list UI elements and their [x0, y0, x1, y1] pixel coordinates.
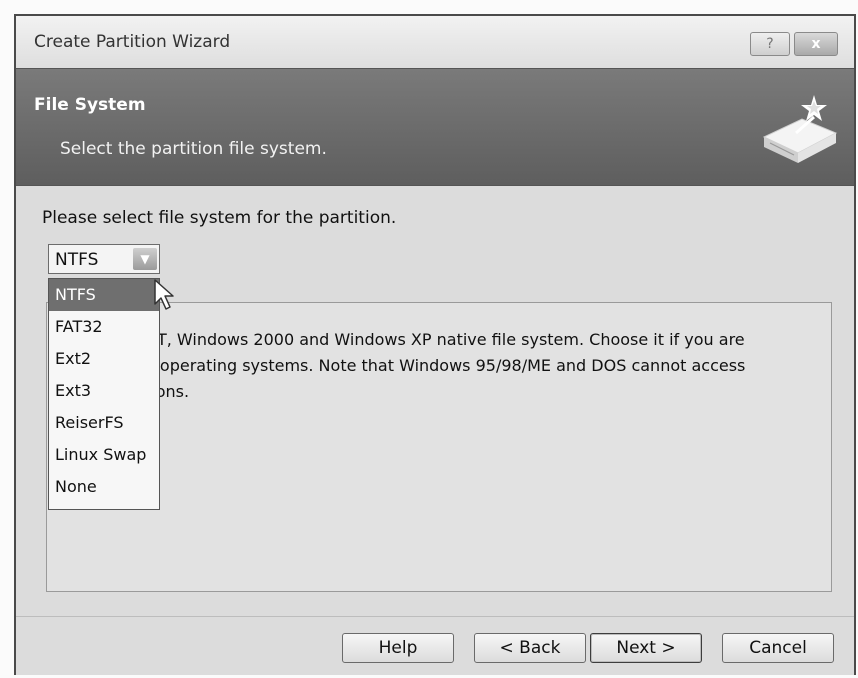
wizard-footer: Help < Back Next > Cancel — [16, 616, 854, 678]
cancel-button[interactable]: Cancel — [722, 633, 834, 663]
dropdown-option-linux-swap[interactable]: Linux Swap — [49, 439, 159, 471]
disk-wizard-icon — [762, 95, 838, 163]
title-bar: Create Partition Wizard ? x — [16, 16, 854, 68]
filesystem-dropdown-list: NTFS FAT32 Ext2 Ext3 ReiserFS Linux Swap… — [48, 278, 160, 510]
dropdown-option-reiserfs[interactable]: ReiserFS — [49, 407, 159, 439]
next-button[interactable]: Next > — [590, 633, 702, 663]
dropdown-option-ext3[interactable]: Ext3 — [49, 375, 159, 407]
description-line: e operating systems. Note that Windows 9… — [145, 356, 746, 375]
dropdown-option-ext2[interactable]: Ext2 — [49, 343, 159, 375]
dropdown-option-fat32[interactable]: FAT32 — [49, 311, 159, 343]
filesystem-description-panel: NT, Windows 2000 and Windows XP native f… — [46, 302, 832, 592]
description-line: tions. — [145, 382, 190, 401]
chevron-down-icon[interactable]: ▼ — [133, 248, 157, 270]
filesystem-prompt: Please select file system for the partit… — [42, 208, 397, 228]
mouse-cursor-icon — [154, 279, 174, 310]
window-title: Create Partition Wizard — [34, 32, 231, 52]
header-title: File System — [34, 95, 146, 115]
back-button[interactable]: < Back — [474, 633, 586, 663]
description-line: NT, Windows 2000 and Windows XP native f… — [145, 330, 745, 349]
filesystem-select-value: NTFS — [55, 250, 99, 270]
titlebar-help-button[interactable]: ? — [750, 32, 790, 56]
header-subtitle: Select the partition file system. — [60, 139, 327, 159]
dropdown-option-none[interactable]: None — [49, 471, 159, 503]
filesystem-select[interactable]: NTFS ▼ — [48, 244, 160, 274]
help-button[interactable]: Help — [342, 633, 454, 663]
dropdown-option-ntfs[interactable]: NTFS — [49, 279, 159, 311]
wizard-content: Please select file system for the partit… — [16, 186, 854, 616]
filesystem-description: NT, Windows 2000 and Windows XP native f… — [69, 327, 809, 405]
create-partition-wizard-window: Create Partition Wizard ? x File System … — [14, 14, 856, 675]
titlebar-close-button[interactable]: x — [794, 32, 838, 56]
wizard-header: File System Select the partition file sy… — [16, 68, 854, 186]
